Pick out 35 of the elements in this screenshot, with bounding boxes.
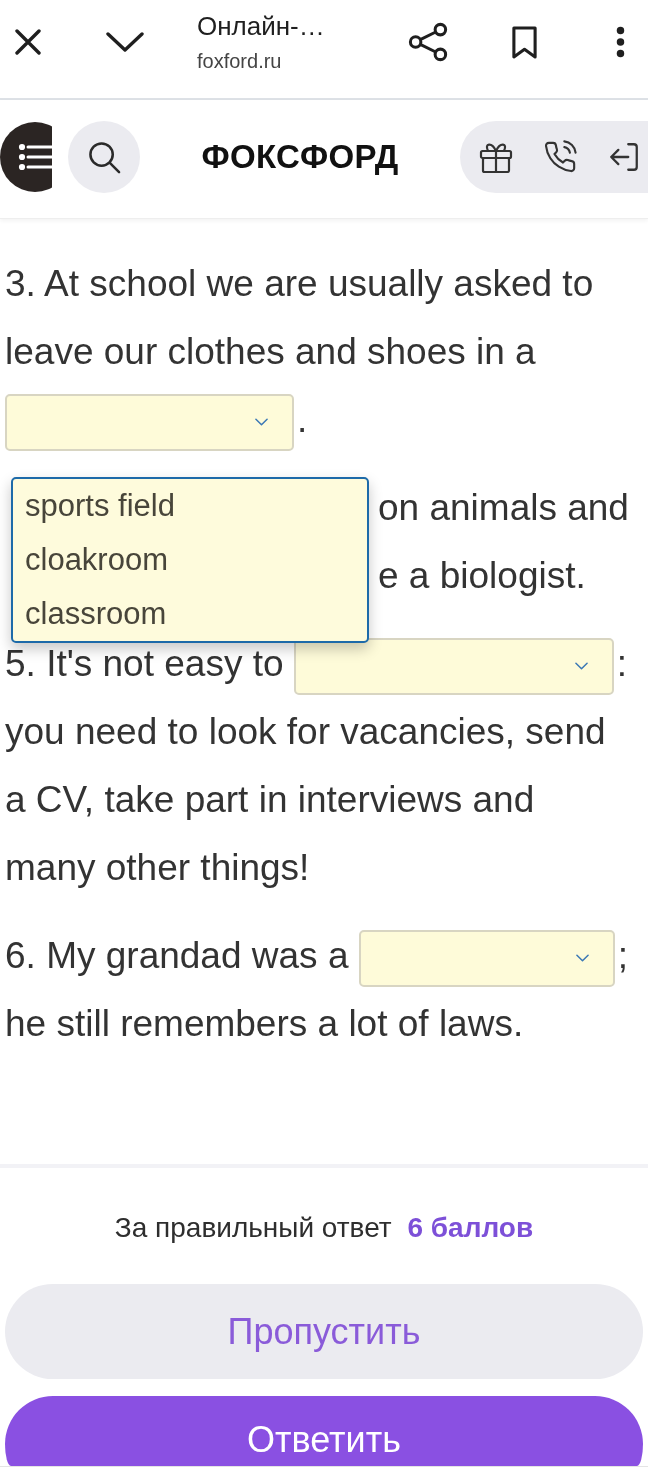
skip-button[interactable]: Пропустить [5,1284,643,1379]
list-icon [18,143,52,171]
sentence-text: 3. At school we are usually asked to leave our clothes and shoes in a [5,263,594,372]
sentence-text: ; [617,935,629,976]
select-field[interactable] [358,929,615,987]
answer-button[interactable]: Ответить [5,1396,643,1466]
chevron-down-icon [574,662,588,671]
select-field[interactable] [293,637,614,695]
chevron-down-icon [255,418,268,427]
sentence-text: he still remembers a lot of laws. [5,1003,524,1044]
sentence-text: 6. My grandad was a [5,935,349,976]
sentence-text: on animals and [378,486,629,530]
chevron-down-icon[interactable] [106,31,144,53]
chevron-down-icon [575,954,589,963]
sentence-text: you need to look for vacancies, send a CV, take part in interviews and many other things! [5,711,606,888]
share-icon[interactable] [408,22,448,62]
sentence-text: : [616,643,628,684]
sentence-text: 5. It's not easy to [5,643,284,684]
menu-button[interactable] [0,122,52,192]
reward-text: За правильный ответ 6 баллов [114,1211,534,1245]
page-title: Онлайн-… [197,10,325,43]
sentence-text: . [297,399,308,440]
login-icon[interactable] [607,140,641,174]
close-icon[interactable] [15,29,41,55]
dropdown-option[interactable]: sports field [13,478,367,533]
bookmark-icon[interactable] [510,24,538,60]
sentence-text: e a biologist. [378,554,586,598]
dropdown-option[interactable]: classroom [13,586,367,641]
phone-call-icon[interactable] [543,140,577,174]
logo[interactable]: ФОКСФОРД [201,139,399,175]
select-field[interactable] [5,393,294,451]
more-icon[interactable] [615,26,625,58]
dropdown-option[interactable]: cloakroom [13,532,367,587]
page-url: foxford.ru [197,49,282,74]
search-icon [87,140,121,174]
